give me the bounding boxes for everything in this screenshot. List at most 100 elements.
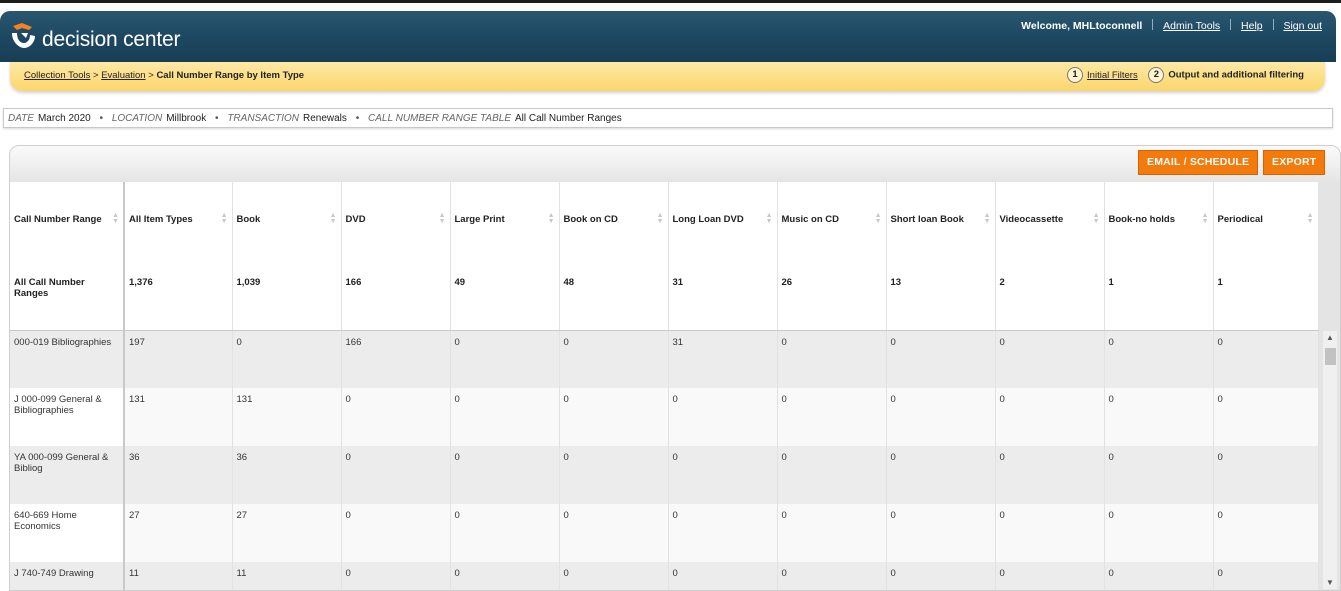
scroll-down-icon[interactable]: ▼ xyxy=(1326,578,1334,587)
app-header: decision center Welcome, MHLtoconnell Ad… xyxy=(0,11,1336,62)
sort-arrows-icon[interactable]: ▲ ▼ xyxy=(439,212,446,225)
value-cell: 0 xyxy=(341,446,451,504)
value-cell: 131 xyxy=(124,388,233,446)
breadcrumb-separator: > xyxy=(93,70,99,81)
table-header-row: Call Number Range ▲ ▼ All Item Types ▲ ▼ Book ▲… xyxy=(10,182,1319,271)
value-cell: 1,376 xyxy=(124,271,233,331)
column-header[interactable]: Periodical ▲ ▼ xyxy=(1213,182,1319,271)
vertical-scrollbar[interactable]: ▲ ▼ xyxy=(1323,331,1337,589)
value-cell: 0 xyxy=(777,388,887,446)
sort-arrows-icon[interactable]: ▲ ▼ xyxy=(766,212,773,225)
value-cell: 0 xyxy=(668,504,778,562)
export-button[interactable]: EXPORT xyxy=(1263,150,1326,175)
value-cell: 0 xyxy=(559,446,669,504)
sort-arrows-icon[interactable]: ▲ ▼ xyxy=(984,212,991,225)
filter-separator: • xyxy=(99,113,104,124)
column-header-label: Long Loan DVD xyxy=(672,214,744,225)
sort-arrows-icon[interactable]: ▲ ▼ xyxy=(657,212,664,225)
value-cell: 0 xyxy=(995,562,1105,590)
column-header[interactable]: Book on CD ▲ ▼ xyxy=(559,182,669,271)
column-header[interactable]: Short loan Book ▲ ▼ xyxy=(886,182,996,271)
column-header[interactable]: Music on CD ▲ ▼ xyxy=(777,182,887,271)
column-header[interactable]: Large Print ▲ ▼ xyxy=(450,182,560,271)
column-header[interactable]: All Item Types ▲ ▼ xyxy=(124,182,233,271)
column-header[interactable]: Call Number Range ▲ ▼ xyxy=(10,182,125,271)
report-table: Call Number Range ▲ ▼ All Item Types ▲ ▼ Book ▲… xyxy=(10,182,1319,590)
column-header-label: Large Print xyxy=(454,214,505,225)
column-header-label: Music on CD xyxy=(781,214,840,225)
value-cell: 0 xyxy=(341,388,451,446)
row-label-cell: 000-019 Bibliographies xyxy=(10,330,125,388)
value-cell: 0 xyxy=(1213,446,1319,504)
report-panel: EMAIL / SCHEDULE EXPORT Call Number Rang… xyxy=(9,145,1341,591)
sort-arrows-icon[interactable]: ▲ ▼ xyxy=(112,212,119,225)
sign-out-link[interactable]: Sign out xyxy=(1283,20,1322,32)
filter-separator: • xyxy=(215,113,219,124)
value-cell: 13 xyxy=(886,271,996,331)
column-header-label: Videocassette xyxy=(999,214,1064,225)
value-cell: 36 xyxy=(124,446,233,504)
column-header-label: Book on CD xyxy=(563,214,618,225)
filter-value: Millbrook xyxy=(166,113,207,124)
step-number: 1 xyxy=(1067,67,1084,83)
value-cell: 0 xyxy=(777,504,887,562)
column-header[interactable]: Long Loan DVD ▲ ▼ xyxy=(668,182,778,271)
column-header-label: Call Number Range xyxy=(14,214,102,225)
value-cell: 0 xyxy=(1213,562,1319,590)
breadcrumb-evaluation[interactable]: Evaluation xyxy=(101,70,145,81)
value-cell: 11 xyxy=(232,562,342,590)
column-header[interactable]: Book-no holds ▲ ▼ xyxy=(1104,182,1214,271)
value-cell: 0 xyxy=(559,330,669,388)
filter-label: LOCATION xyxy=(111,113,163,124)
filter-value: March 2020 xyxy=(37,113,91,124)
row-label-cell: All Call Number Ranges xyxy=(10,271,125,331)
nav-divider xyxy=(1230,19,1232,30)
value-cell: 0 xyxy=(1213,504,1319,562)
sort-arrows-icon[interactable]: ▲ ▼ xyxy=(1202,212,1209,225)
value-cell: 0 xyxy=(232,330,342,388)
email-schedule-button[interactable]: EMAIL / SCHEDULE xyxy=(1138,150,1259,175)
admin-tools-link[interactable]: Admin Tools xyxy=(1163,20,1220,32)
row-label-cell: YA 000-099 General & Bibliog xyxy=(10,446,125,504)
value-cell: 0 xyxy=(886,330,996,388)
value-cell: 31 xyxy=(668,330,778,388)
filter-label: TRANSACTION xyxy=(227,113,299,124)
value-cell: 2 xyxy=(995,271,1105,331)
value-cell: 26 xyxy=(777,271,887,331)
sort-arrows-icon[interactable]: ▲ ▼ xyxy=(221,212,228,225)
column-header[interactable]: DVD ▲ ▼ xyxy=(341,182,451,271)
sort-arrows-icon[interactable]: ▲ ▼ xyxy=(875,212,882,225)
breadcrumb-bar: Collection Tools > Evaluation > Call Num… xyxy=(10,62,1325,91)
scroll-thumb[interactable] xyxy=(1325,348,1336,365)
sort-arrows-icon[interactable]: ▲ ▼ xyxy=(330,212,337,225)
filter-label: DATE xyxy=(8,113,34,124)
filter-summary: DATE March 2020 • LOCATION Millbrook • TRA… xyxy=(3,108,1333,128)
value-cell: 0 xyxy=(668,446,778,504)
value-cell: 0 xyxy=(559,388,669,446)
value-cell: 0 xyxy=(886,562,996,590)
row-label-cell: J 740-749 Drawing xyxy=(10,562,125,590)
value-cell: 0 xyxy=(777,330,887,388)
value-cell: 0 xyxy=(559,562,669,590)
column-header-label: Periodical xyxy=(1217,214,1263,225)
value-cell: 0 xyxy=(450,388,560,446)
step-initial-filters-link[interactable]: Initial Filters xyxy=(1087,70,1138,81)
column-header[interactable]: Book ▲ ▼ xyxy=(232,182,342,271)
row-label-cell: J 000-099 General & Bibliographies xyxy=(10,388,125,446)
column-header[interactable]: Videocassette ▲ ▼ xyxy=(995,182,1105,271)
table-row: J 000-099 General & Bibliographies 131 131… xyxy=(10,388,1319,446)
value-cell: 49 xyxy=(450,271,560,331)
scroll-up-icon[interactable]: ▲ xyxy=(1326,333,1334,342)
sort-arrows-icon[interactable]: ▲ ▼ xyxy=(548,212,555,225)
column-header-label: Book-no holds xyxy=(1108,214,1176,225)
sort-arrows-icon[interactable]: ▲ ▼ xyxy=(1307,212,1314,225)
value-cell: 1,039 xyxy=(232,271,342,331)
value-cell: 0 xyxy=(886,388,996,446)
column-header-label: DVD xyxy=(345,214,366,225)
value-cell: 0 xyxy=(668,388,778,446)
sort-arrows-icon[interactable]: ▲ ▼ xyxy=(1093,212,1100,225)
breadcrumb-collection-tools[interactable]: Collection Tools xyxy=(24,70,90,81)
help-link[interactable]: Help xyxy=(1241,20,1263,32)
value-cell: 0 xyxy=(450,446,560,504)
value-cell: 0 xyxy=(341,504,451,562)
